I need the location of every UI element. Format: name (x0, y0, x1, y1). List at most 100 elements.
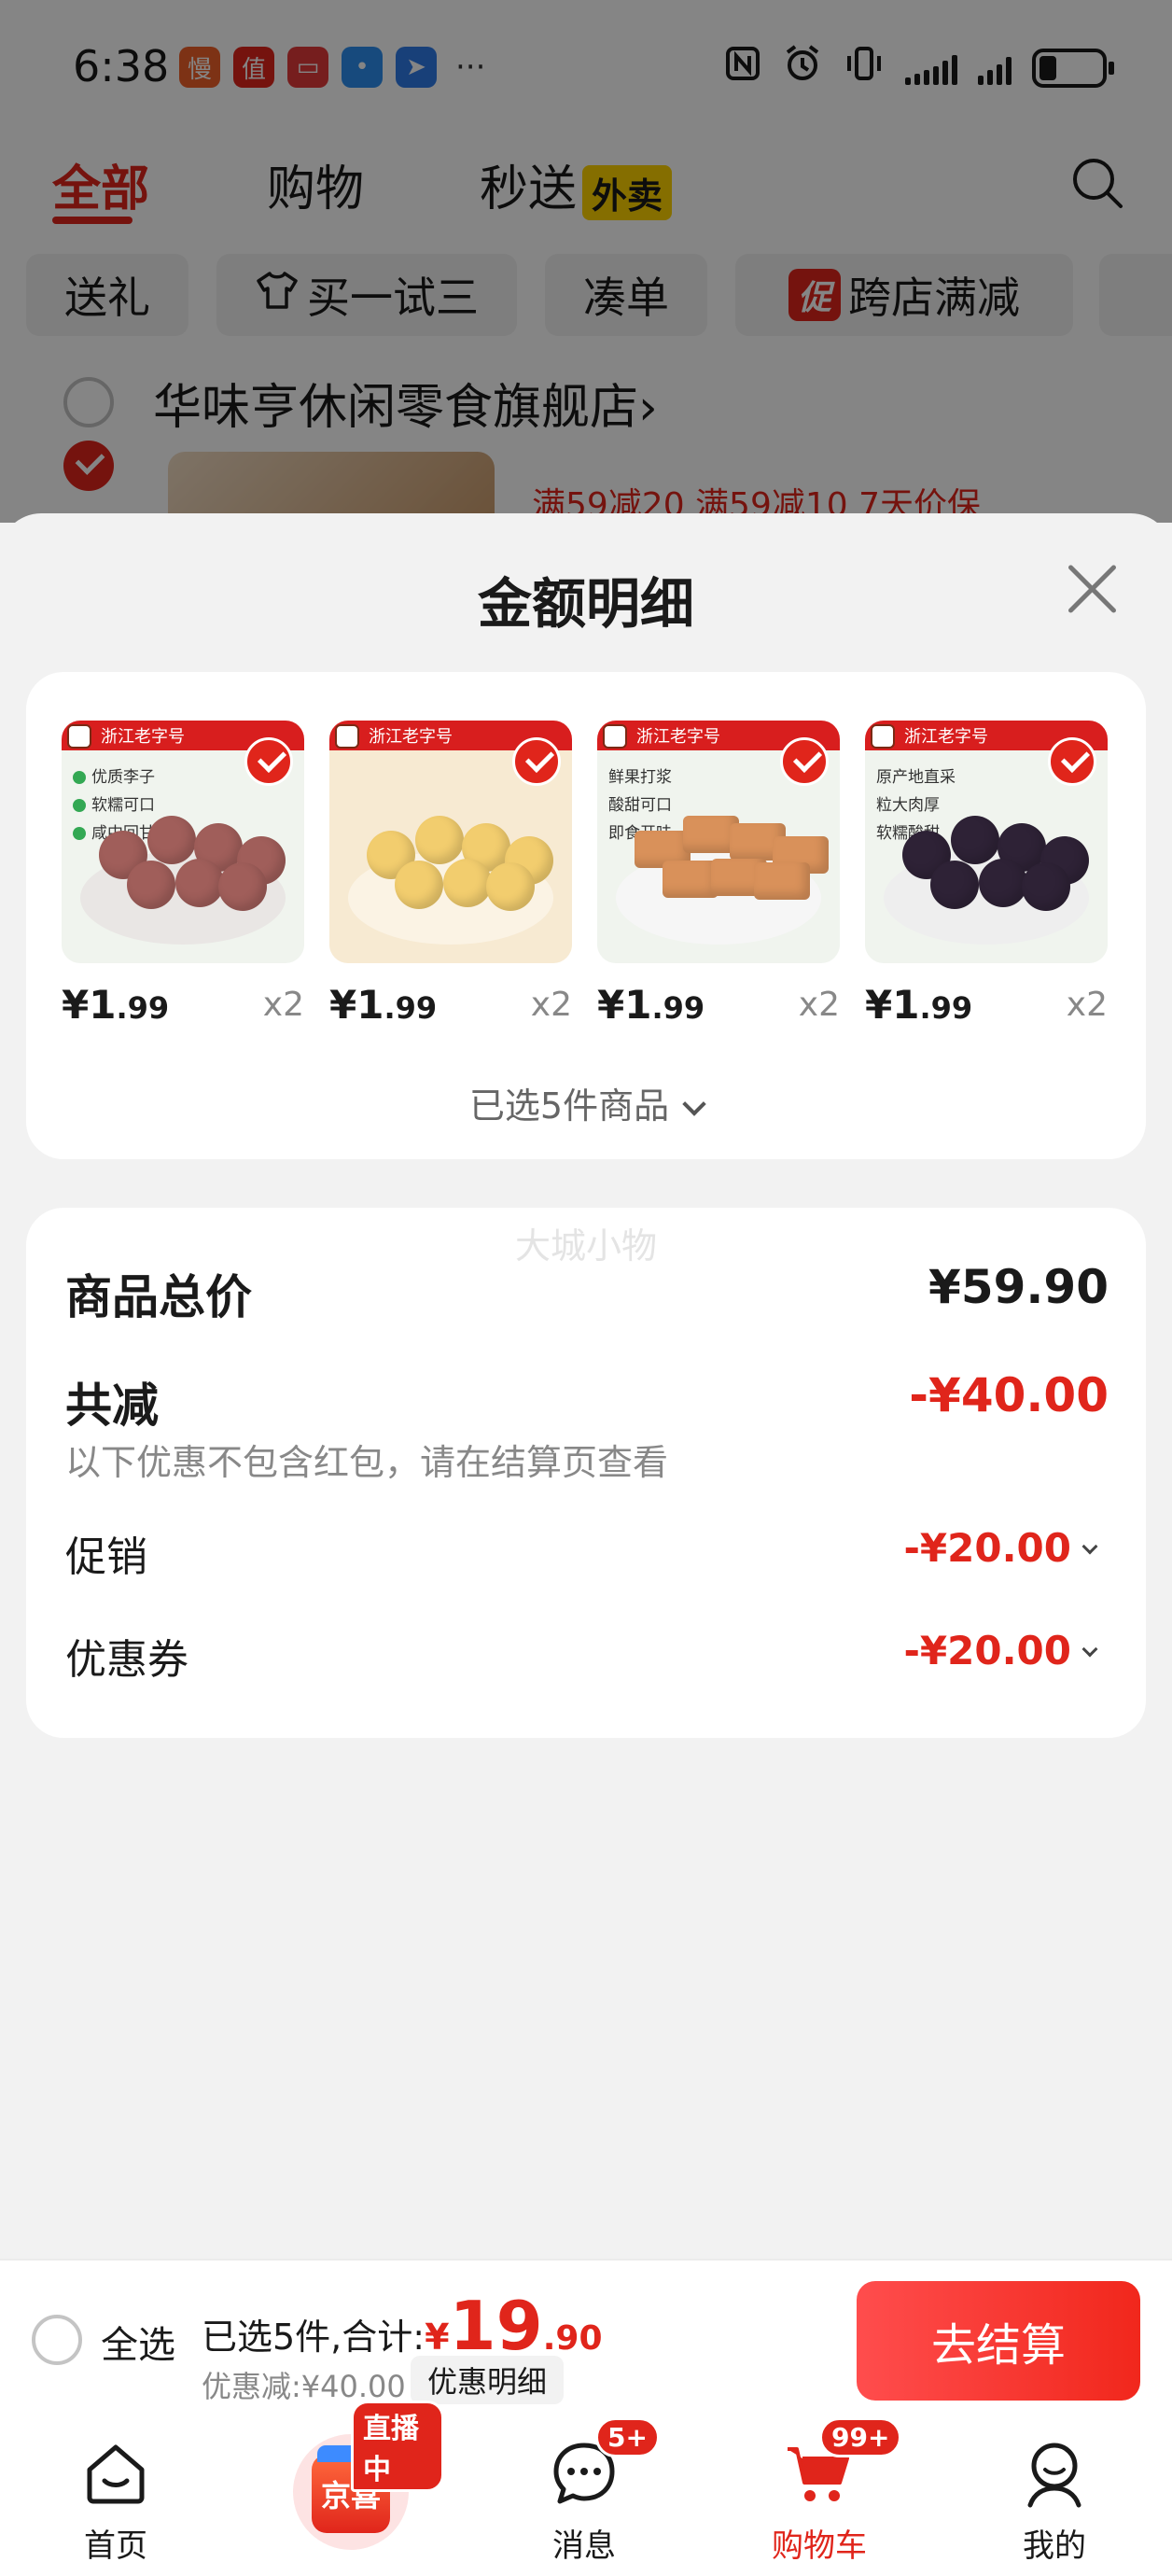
product-food-piece (395, 861, 443, 909)
brand-seal-icon (67, 724, 91, 749)
coupon-value: -¥20.00 (903, 1628, 1071, 1673)
price-decimal: .99 (384, 990, 438, 1026)
product-tile[interactable]: 浙江老字号 原产地直采 粒大肉厚 软糯酸甜 ¥1.99 x2 (865, 721, 1108, 1038)
tab-mine[interactable]: 我的 (961, 2417, 1148, 2576)
price-integer: ¥1 (62, 982, 117, 1028)
checked-icon[interactable] (512, 737, 561, 786)
feature-text: 软糯可口 (91, 796, 155, 815)
feature-text: 酸甜可口 (608, 796, 672, 815)
product-quantity: x2 (262, 986, 304, 1024)
product-food-piece (663, 861, 719, 898)
feature-line: 鲜果打浆 (608, 763, 672, 791)
tab-cart[interactable]: 99+ 购物车 (726, 2417, 913, 2576)
promo-value-toggle[interactable]: -¥20.00 (903, 1525, 1098, 1571)
modal-overlay[interactable] (0, 0, 1172, 523)
product-image[interactable]: 浙江老字号 (329, 721, 572, 963)
checked-icon[interactable] (244, 737, 293, 786)
tab-cart-label: 购物车 (772, 2527, 867, 2565)
product-image[interactable]: 浙江老字号 原产地直采 粒大肉厚 软糯酸甜 (865, 721, 1108, 963)
check-dot-icon (73, 827, 86, 840)
product-tile[interactable]: 浙江老字号鲜果打浆酸甜可口即食开味¥1.99x2 (597, 721, 840, 1038)
total-value: ¥59.90 (928, 1260, 1109, 1314)
brand-seal-icon (871, 724, 895, 749)
tab-home-label: 首页 (84, 2527, 147, 2565)
selected-count-toggle[interactable]: 已选5件商品 (26, 1077, 1146, 1128)
reduce-value: -¥40.00 (909, 1368, 1109, 1422)
feature-line: 酸甜可口 (608, 791, 672, 819)
live-badge: 直播中 (351, 2401, 444, 2492)
bottom-tab-bar: 首页 京喜 直播中 5+ 消息 99+ 购物车 我的 (0, 2401, 1172, 2576)
feature-line: 软糯可口 (73, 791, 155, 819)
chevron-down-icon (1081, 1641, 1098, 1658)
tab-messages[interactable]: 5+ 消息 (491, 2417, 677, 2576)
coupon-value-toggle[interactable]: -¥20.00 (903, 1628, 1098, 1673)
price-decimal: .99 (919, 990, 973, 1026)
product-food-piece (218, 862, 267, 911)
cart-badge: 99+ (819, 2417, 902, 2457)
product-price: ¥1.99 (597, 982, 705, 1028)
checked-icon[interactable] (1048, 737, 1096, 786)
total-label: 商品总价 (65, 1270, 252, 1324)
product-price: ¥1.99 (62, 982, 169, 1028)
product-food-piece (127, 861, 175, 909)
total-amount: ¥19.90 (425, 2287, 603, 2365)
sheet-title: 金额明细 (477, 572, 694, 636)
price-integer: ¥1 (597, 982, 652, 1028)
product-image[interactable]: 浙江老字号鲜果打浆酸甜可口即食开味 (597, 721, 840, 963)
product-tile[interactable]: 浙江老字号优质李子软糯可口咸中回甘¥1.99x2 (62, 721, 304, 1038)
product-quantity: x2 (530, 986, 572, 1024)
feature-text: 优质李子 (91, 768, 155, 787)
chevron-down-icon (1081, 1538, 1098, 1555)
select-all-checkbox[interactable] (32, 2315, 82, 2365)
feature-text: 原产地直采 (876, 768, 956, 787)
product-food-piece (979, 859, 1027, 907)
tab-home[interactable]: 首页 (22, 2417, 209, 2576)
feature-text: 粒大肉厚 (876, 796, 940, 815)
product-price: ¥1.99 (329, 982, 437, 1028)
price-integer: ¥1 (865, 982, 920, 1028)
product-quantity: x2 (1066, 986, 1108, 1024)
select-all-label[interactable]: 全选 (101, 2315, 175, 2369)
amount-decimal: .90 (542, 2319, 603, 2358)
selected-count-label: 已选5件商品 (468, 1085, 670, 1127)
close-icon[interactable] (1064, 560, 1122, 618)
reduce-label: 共减 (65, 1379, 159, 1433)
home-icon (80, 2438, 151, 2509)
promo-value: -¥20.00 (903, 1525, 1071, 1571)
feature-line: 优质李子 (73, 763, 155, 791)
product-food-piece (147, 816, 196, 864)
price-decimal: .99 (116, 990, 170, 1026)
product-food-piece (443, 859, 492, 907)
brand-seal-icon (335, 724, 359, 749)
check-dot-icon (73, 771, 86, 784)
check-dot-icon (73, 799, 86, 812)
product-food-piece (930, 861, 979, 909)
feature-line: 粒大肉厚 (876, 791, 956, 819)
discount-note: 以下优惠不包含红包，请在结算页查看 (65, 1442, 669, 1483)
tab-messages-label: 消息 (552, 2527, 616, 2565)
tab-mine-label: 我的 (1023, 2527, 1086, 2565)
feature-text: 鲜果打浆 (608, 768, 672, 787)
product-tile[interactable]: 浙江老字号 ¥1.99 x2 (329, 721, 572, 1038)
checked-icon[interactable] (780, 737, 829, 786)
tab-jingxi-live[interactable]: 京喜 直播中 (258, 2401, 444, 2576)
promo-label: 促销 (65, 1533, 147, 1581)
coupon-label: 优惠券 (65, 1636, 188, 1684)
discount-detail-button[interactable]: 优惠明细 (411, 2356, 565, 2404)
price-summary-card: 大城小物 商品总价 ¥59.90 共减 -¥40.00 以下优惠不包含红包，请在… (26, 1208, 1146, 1738)
user-icon (1019, 2438, 1090, 2509)
price-decimal: .99 (651, 990, 705, 1026)
product-price: ¥1.99 (865, 982, 972, 1028)
checkout-button[interactable]: 去结算 (857, 2281, 1140, 2401)
feature-line: 原产地直采 (876, 763, 956, 791)
product-food-piece (951, 816, 999, 864)
product-food-piece (415, 816, 464, 864)
currency-symbol: ¥ (425, 2317, 450, 2358)
product-image[interactable]: 浙江老字号优质李子软糯可口咸中回甘 (62, 721, 304, 963)
product-food-piece (486, 862, 535, 911)
total-summary: 已选5件,合计:¥19.90 (202, 2287, 603, 2365)
amount-integer: 19 (449, 2287, 543, 2365)
chevron-down-icon (682, 1092, 706, 1116)
checkout-bar: 全选 已选5件,合计:¥19.90 优惠减:¥40.00 优惠明细 去结算 (0, 2259, 1172, 2417)
selected-prefix: 已选5件,合计: (202, 2317, 426, 2358)
